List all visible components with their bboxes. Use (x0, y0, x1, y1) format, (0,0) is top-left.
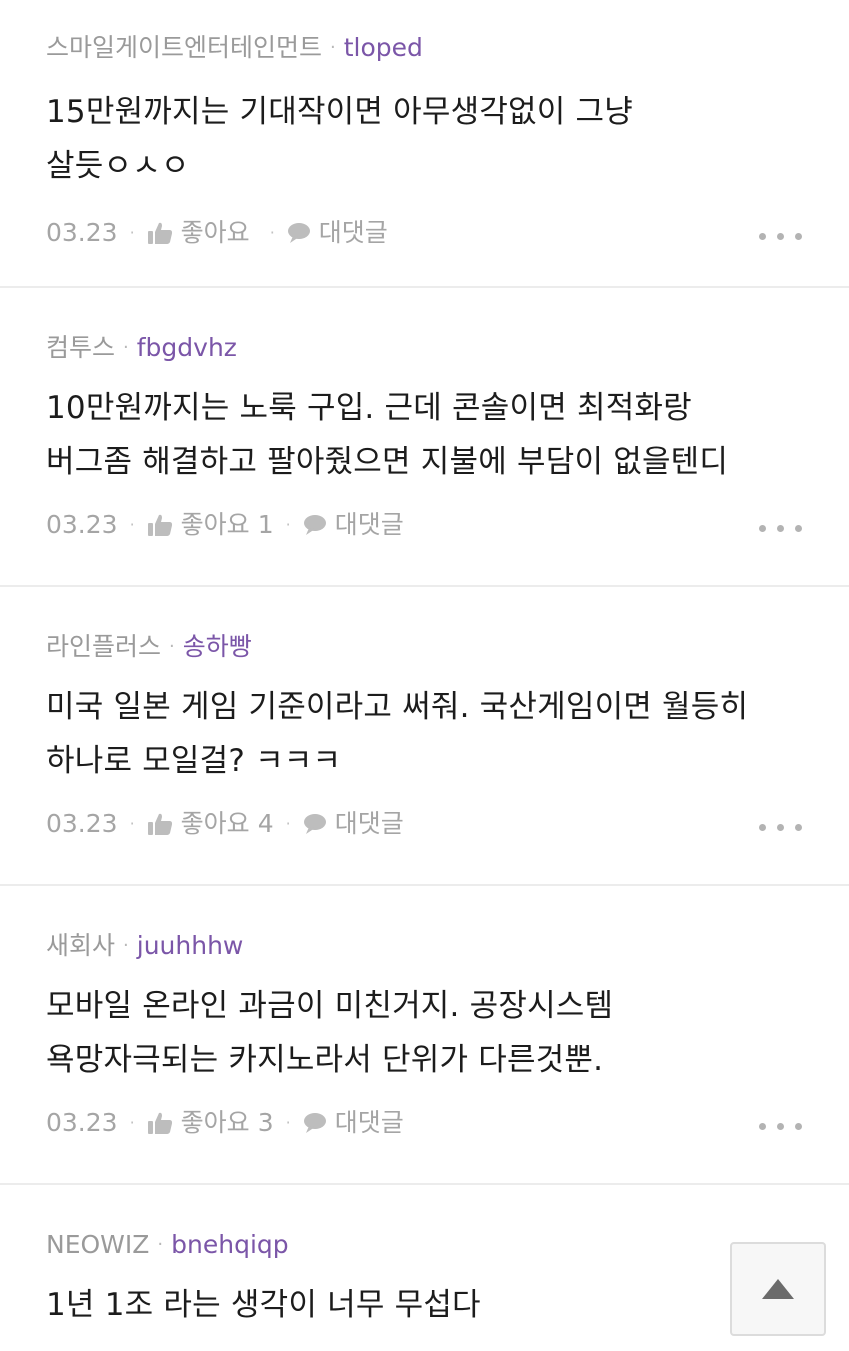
meta-separator: · (123, 337, 129, 358)
comment-text: 모바일 온라인 과금이 미친거지. 공장시스템 욕망자극되는 카지노라서 단위가… (46, 979, 803, 1087)
footer-separator: · (269, 223, 275, 242)
like-label: 좋아요 (180, 218, 250, 247)
comment-item: 새회사 · juuhhhw 모바일 온라인 과금이 미친거지. 공장시스템 욕망자극… (0, 886, 849, 1185)
footer-separator: · (285, 814, 291, 833)
comment-meta: 새회사 · juuhhhw (46, 931, 803, 961)
comment-line: 살듯ㅇㅅㅇ (46, 148, 190, 184)
comment-line: 10만원까지는 노룩 구입. 근데 콘솔이면 최적화랑 (46, 390, 692, 426)
meta-separator: · (157, 1234, 164, 1255)
more-dots-icon[interactable] (759, 810, 803, 840)
more-dots-icon[interactable] (759, 511, 803, 541)
like-label: 좋아요 (180, 809, 250, 838)
footer-separator: · (129, 515, 135, 534)
reply-button[interactable]: 대댓글 (303, 1103, 404, 1143)
comment-date: 03.23 (46, 809, 118, 838)
like-button[interactable]: 좋아요 3 (147, 1103, 274, 1143)
company-name: 새회사 (46, 931, 116, 960)
username-link[interactable]: juuhhhw (137, 931, 244, 960)
speech-bubble-icon (303, 1113, 326, 1133)
comment-text: 1년 1조 라는 생각이 너무 무섭다 (46, 1278, 803, 1332)
comment-line: 모바일 온라인 과금이 미친거지. 공장시스템 (46, 988, 614, 1024)
like-count: 4 (257, 809, 274, 838)
username-link[interactable]: bnehqiqp (171, 1230, 289, 1259)
comment-line: 하나로 모일걸? ㅋㅋㅋ (46, 743, 342, 779)
company-name: 컴투스 (46, 333, 116, 362)
company-name: 스마일게이트엔터테인먼트 (46, 33, 323, 62)
comment-line: 욕망자극되는 카지노라서 단위가 다른것뿐. (46, 1042, 604, 1078)
reply-button[interactable]: 대댓글 (303, 804, 404, 844)
reply-button[interactable]: 대댓글 (303, 505, 404, 545)
like-button[interactable]: 좋아요 (147, 213, 258, 253)
thumbs-up-icon (147, 1112, 172, 1134)
comment-date: 03.23 (46, 218, 118, 247)
footer-separator: · (285, 515, 291, 534)
scroll-top-button[interactable] (730, 1242, 826, 1336)
like-label: 좋아요 (180, 510, 250, 539)
username-link[interactable]: fbgdvhz (137, 333, 237, 362)
like-count: 3 (257, 1108, 274, 1137)
company-name: NEOWIZ (46, 1230, 150, 1259)
comment-line: 미국 일본 게임 기준이라고 써줘. 국산게임이면 월등히 (46, 689, 749, 725)
thumbs-up-icon (147, 514, 172, 536)
comment-line: 버그좀 해결하고 팔아줬으면 지불에 부담이 없을텐디 (46, 444, 729, 480)
comment-footer: 03.23 · 좋아요 1 · 대댓글 (46, 505, 803, 545)
comment-line: 15만원까지는 기대작이면 아무생각없이 그냥 (46, 94, 633, 130)
reply-label: 대댓글 (334, 809, 404, 838)
comment-meta: 컴투스 · fbgdvhz (46, 333, 803, 363)
company-name: 라인플러스 (46, 632, 162, 661)
comment-text: 15만원까지는 기대작이면 아무생각없이 그냥 살듯ㅇㅅㅇ (46, 85, 803, 193)
comment-meta: 라인플러스 · 송하빵 (46, 632, 803, 662)
comment-footer: 03.23 · 좋아요 · 대댓글 (46, 213, 803, 253)
footer-separator: · (285, 1113, 291, 1132)
meta-separator: · (123, 935, 129, 956)
comment-text: 미국 일본 게임 기준이라고 써줘. 국산게임이면 월등히 하나로 모일걸? ㅋ… (46, 680, 803, 788)
like-label: 좋아요 (180, 1108, 250, 1137)
more-dots-icon[interactable] (759, 219, 803, 249)
footer-separator: · (129, 223, 135, 242)
like-count: 1 (257, 510, 274, 539)
comment-item: 라인플러스 · 송하빵 미국 일본 게임 기준이라고 써줘. 국산게임이면 월등히 … (0, 587, 849, 886)
meta-separator: · (330, 37, 336, 58)
speech-bubble-icon (287, 223, 310, 243)
comment-text: 10만원까지는 노룩 구입. 근데 콘솔이면 최적화랑 버그좀 해결하고 팔아줬… (46, 381, 803, 489)
reply-label: 대댓글 (334, 1108, 404, 1137)
triangle-up-icon (762, 1279, 794, 1299)
username-link[interactable]: 송하빵 (183, 632, 252, 661)
more-dots-icon[interactable] (759, 1109, 803, 1139)
reply-button[interactable]: 대댓글 (287, 213, 388, 253)
speech-bubble-icon (303, 814, 326, 834)
thumbs-up-icon (147, 813, 172, 835)
comment-date: 03.23 (46, 510, 118, 539)
comment-list: 스마일게이트엔터테인먼트 · tloped 15만원까지는 기대작이면 아무생각없이… (0, 0, 849, 1351)
meta-separator: · (169, 636, 175, 657)
like-button[interactable]: 좋아요 4 (147, 804, 274, 844)
username-link[interactable]: tloped (344, 33, 423, 62)
comment-footer: 03.23 · 좋아요 3 · 대댓글 (46, 1103, 803, 1143)
like-button[interactable]: 좋아요 1 (147, 505, 274, 545)
comment-date: 03.23 (46, 1108, 118, 1137)
thumbs-up-icon (147, 222, 172, 244)
comment-item: 컴투스 · fbgdvhz 10만원까지는 노룩 구입. 근데 콘솔이면 최적화랑 … (0, 288, 849, 587)
comment-item: NEOWIZ · bnehqiqp 1년 1조 라는 생각이 너무 무섭다 (0, 1185, 849, 1351)
footer-separator: · (129, 1113, 135, 1132)
reply-label: 대댓글 (318, 218, 388, 247)
comment-item: 스마일게이트엔터테인먼트 · tloped 15만원까지는 기대작이면 아무생각없이… (0, 33, 849, 288)
comment-meta: NEOWIZ · bnehqiqp (46, 1230, 803, 1260)
comment-meta: 스마일게이트엔터테인먼트 · tloped (46, 33, 803, 63)
footer-separator: · (129, 814, 135, 833)
comment-footer: 03.23 · 좋아요 4 · 대댓글 (46, 804, 803, 844)
comment-line: 1년 1조 라는 생각이 너무 무섭다 (46, 1287, 481, 1323)
reply-label: 대댓글 (334, 510, 404, 539)
speech-bubble-icon (303, 515, 326, 535)
